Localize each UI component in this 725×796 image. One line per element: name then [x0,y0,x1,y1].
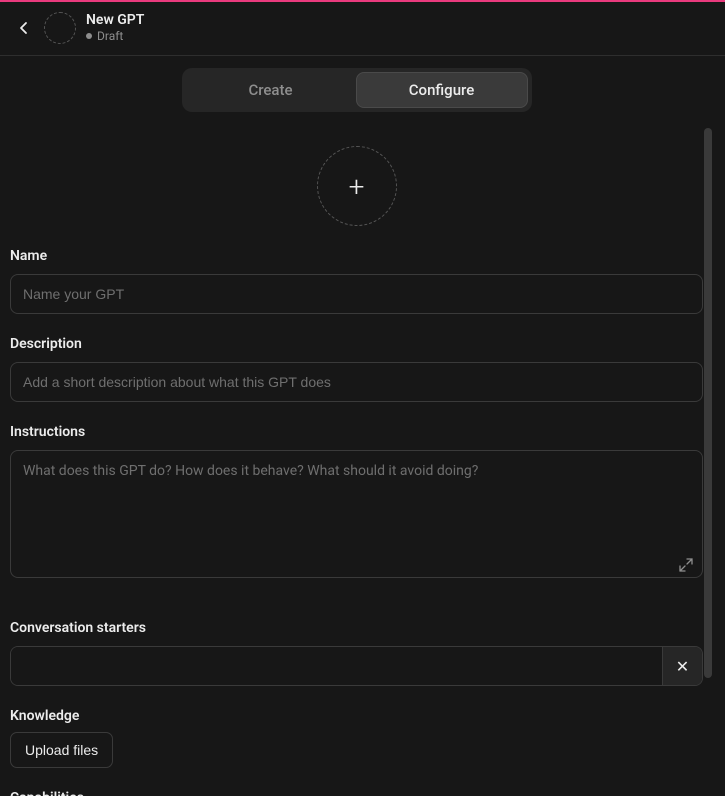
capabilities-label: Capabilities [10,790,703,796]
knowledge-label: Knowledge [10,708,703,724]
upload-files-button[interactable]: Upload files [10,732,113,768]
instructions-label: Instructions [10,424,703,440]
expand-icon[interactable] [679,558,693,572]
header-title-block: New GPT Draft [86,12,144,43]
starters-label: Conversation starters [10,620,703,636]
status-label: Draft [97,29,123,43]
name-label: Name [10,248,703,264]
instructions-wrapper [10,450,703,582]
top-accent-line [0,0,725,2]
tab-configure[interactable]: Configure [356,72,528,108]
starter-remove-button[interactable]: ✕ [662,647,702,685]
starter-input[interactable] [11,647,662,685]
main-area: Create Configure + Name Description Inst… [0,56,713,796]
back-button[interactable] [8,12,40,44]
scrollbar-thumb[interactable] [704,128,712,678]
tab-create[interactable]: Create [186,72,356,108]
name-input[interactable] [10,274,703,314]
close-icon: ✕ [676,657,689,676]
avatar-upload-button[interactable]: + [317,146,397,226]
configure-form: + Name Description Instructions Conversa… [0,146,713,796]
header-bar: New GPT Draft [0,0,725,56]
starter-row: ✕ [10,646,703,686]
description-label: Description [10,336,703,352]
chevron-left-icon [16,20,32,36]
gpt-avatar-placeholder [44,12,76,44]
status-row: Draft [86,29,144,43]
description-input[interactable] [10,362,703,402]
page-title: New GPT [86,12,144,29]
plus-icon: + [349,170,365,203]
tab-bar: Create Configure [182,68,532,112]
status-dot-icon [86,33,92,39]
instructions-input[interactable] [10,450,703,578]
